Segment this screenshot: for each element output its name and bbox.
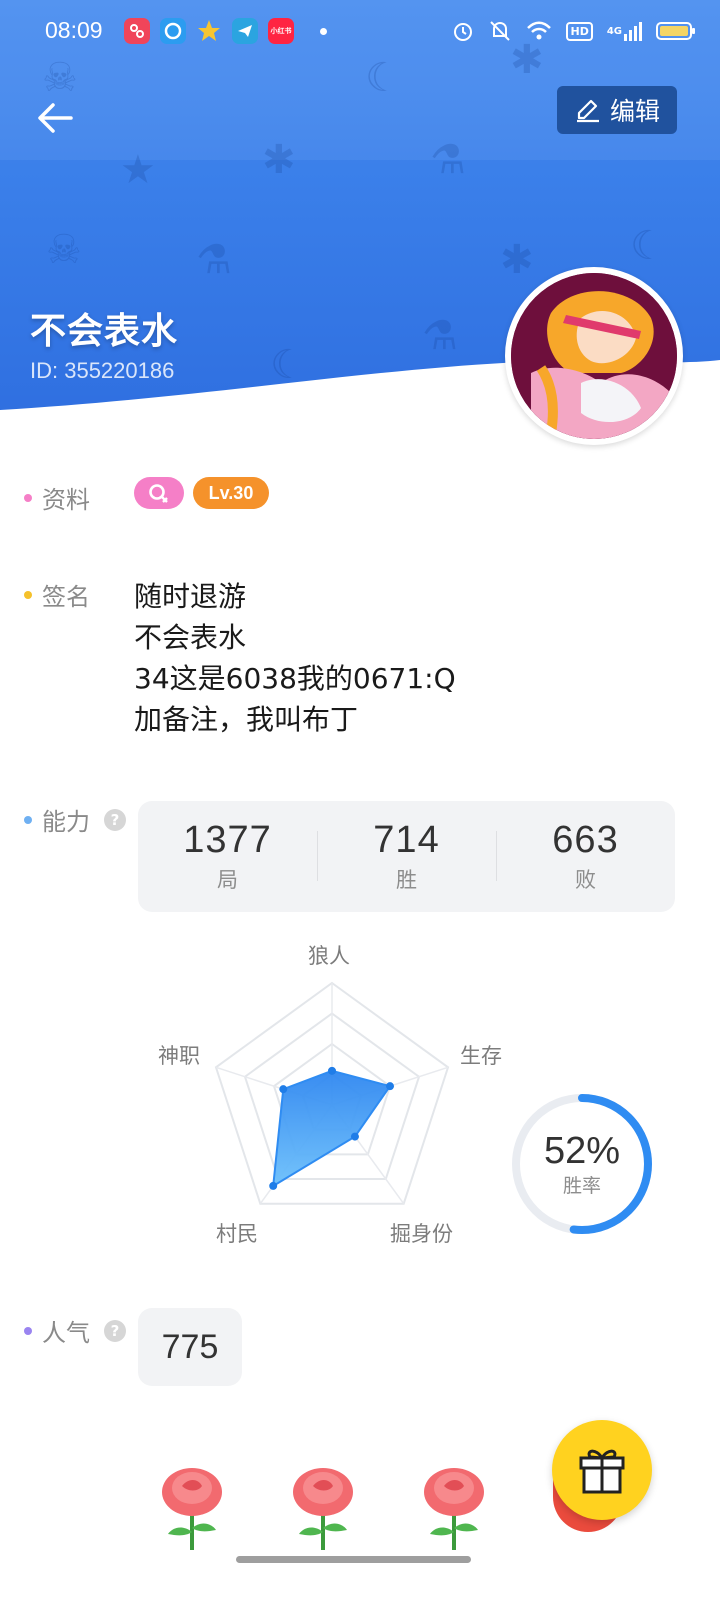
potion-icon: ⚗ — [430, 137, 466, 183]
edit-profile-button[interactable]: 编辑 — [557, 86, 677, 134]
win-rate-text: 52% 胜率 — [508, 1090, 656, 1238]
section-dot — [24, 1326, 32, 1335]
radar-axis-label: 神职 — [158, 1044, 200, 1068]
paw-icon: ✱ — [262, 137, 296, 183]
stat-label: 败 — [575, 868, 596, 892]
edit-label: 编辑 — [609, 97, 660, 126]
stat-value: 714 — [373, 819, 440, 861]
popularity-section-label: 人气 ? — [24, 1313, 126, 1348]
gift-icon — [579, 1449, 625, 1494]
user-id: ID: 355220186 — [30, 358, 175, 383]
back-button[interactable] — [30, 96, 80, 140]
app-star-icon — [196, 18, 222, 44]
signature-line: 随时退游 — [134, 580, 247, 613]
ability-section-label: 能力 ? — [24, 802, 126, 837]
popularity-value: 775 — [138, 1308, 242, 1386]
gender-badge — [134, 477, 184, 509]
app-telegram-icon — [232, 18, 258, 44]
stat-value: 1377 — [183, 819, 272, 861]
signature-line: 加备注，我叫布丁 — [134, 703, 359, 736]
stat-value: 663 — [552, 819, 619, 861]
status-indicators: HD 4G — [452, 18, 695, 44]
potion-icon: ⚗ — [196, 237, 232, 283]
radar-value-point — [328, 1066, 336, 1075]
arrow-left-icon — [38, 103, 73, 133]
status-time: 08:09 — [45, 17, 103, 43]
avatar-image — [511, 273, 677, 439]
female-symbol-icon — [149, 484, 168, 503]
app-xiaohongshu-icon: 小红书 — [268, 18, 294, 44]
more-notifications-dot — [320, 27, 327, 35]
signature-text: 随时退游 不会表水 34这是6038我的0671:Q 加备注，我叫布丁 — [134, 576, 456, 740]
radar-axis-label: 狼人 — [308, 944, 350, 968]
stat-label: 胜 — [396, 868, 417, 892]
stat-wins: 714 胜 — [317, 801, 496, 912]
skull-icon: ☠ — [42, 55, 78, 101]
nickname: 不会表水 — [30, 311, 179, 352]
signal-icon: 4G — [607, 18, 642, 44]
pencil-icon — [576, 99, 599, 123]
send-gift-button[interactable] — [552, 1420, 652, 1520]
win-rate-label: 胜率 — [562, 1175, 601, 1197]
rose-icon — [424, 1468, 484, 1550]
star-icon: ★ — [120, 147, 156, 193]
stat-games: 1377 局 — [138, 801, 317, 912]
rose-icon — [293, 1468, 353, 1550]
signature-line: 34这是6038我的0671:Q — [134, 662, 456, 695]
radar-value-point — [279, 1085, 288, 1094]
wifi-icon — [526, 18, 552, 44]
hd-icon: HD — [566, 18, 593, 44]
level-badge: Lv.30 — [193, 477, 269, 509]
paw-icon: ✱ — [500, 237, 534, 283]
radar-axis-label: 生存 — [460, 1044, 502, 1068]
signature-line: 不会表水 — [134, 621, 247, 654]
radar-value-area — [271, 1069, 392, 1188]
section-dot — [24, 493, 32, 502]
win-rate-value: 52% — [543, 1130, 621, 1172]
home-indicator[interactable] — [236, 1556, 471, 1563]
ability-radar-chart: 狼人 生存 掘身份 村民 神职 — [150, 930, 530, 1260]
app-browser-icon — [160, 18, 186, 44]
radar-value-point — [269, 1181, 278, 1190]
stat-losses: 663 败 — [496, 801, 675, 912]
notification-icons: 小红书 — [124, 18, 327, 44]
battery-icon — [656, 18, 695, 44]
signature-section-label: 签名 — [24, 577, 90, 612]
app-video-icon — [124, 18, 150, 44]
info-section-label: 资料 — [24, 480, 90, 515]
section-dot — [24, 590, 32, 599]
radar-axis-label: 村民 — [216, 1222, 258, 1246]
radar-value-point — [350, 1132, 359, 1141]
status-bar: 08:09 小红书 HD 4G — [0, 0, 720, 64]
section-dot — [24, 815, 32, 824]
help-icon[interactable]: ? — [104, 808, 126, 831]
moon-icon: ☾ — [630, 223, 666, 269]
stat-label: 局 — [217, 868, 238, 892]
moon-icon: ☾ — [365, 55, 401, 101]
avatar[interactable] — [505, 267, 683, 445]
mute-icon — [488, 18, 512, 44]
radar-svg — [214, 981, 450, 1205]
rose-icon — [162, 1468, 222, 1550]
alarm-icon — [452, 18, 474, 44]
radar-axis-label: 掘身份 — [390, 1222, 453, 1246]
skull-icon: ☠ — [46, 227, 82, 273]
game-stats: 1377 局 714 胜 663 败 — [138, 801, 675, 912]
help-icon[interactable]: ? — [104, 1319, 126, 1342]
radar-value-point — [386, 1082, 395, 1091]
